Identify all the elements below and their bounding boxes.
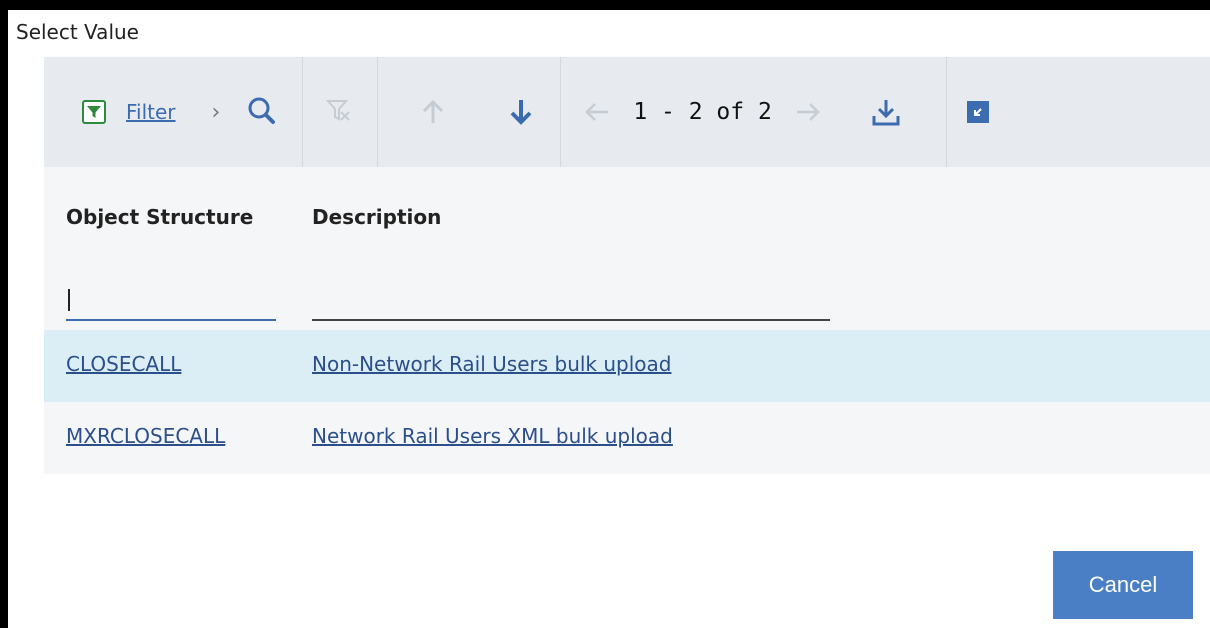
previous-page-icon <box>583 98 611 126</box>
table-header: Object Structure Description <box>44 167 1210 340</box>
description-link[interactable]: Non-Network Rail Users bulk upload <box>312 352 671 376</box>
dialog-title: Select Value <box>16 20 139 44</box>
object-structure-filter-input[interactable] <box>66 277 276 321</box>
search-icon[interactable] <box>246 95 280 129</box>
column-header-description[interactable]: Description <box>312 205 441 229</box>
pagination-text: 1 - 2 of 2 <box>633 99 772 125</box>
table-row[interactable]: CLOSECALL Non-Network Rail Users bulk up… <box>44 330 1210 402</box>
table-row[interactable]: MXRCLOSECALL Network Rail Users XML bulk… <box>44 402 1210 474</box>
next-page-icon <box>794 98 822 126</box>
arrow-down-icon[interactable] <box>506 97 536 127</box>
clear-filter-icon <box>325 97 355 127</box>
table-toolbar: Filter › 1 - 2 of 2 <box>44 57 1210 167</box>
description-filter-input[interactable] <box>312 277 830 321</box>
chevron-right-icon: › <box>211 99 221 125</box>
collapse-icon[interactable] <box>966 101 989 123</box>
object-structure-link[interactable]: MXRCLOSECALL <box>66 424 225 448</box>
cancel-button[interactable]: Cancel <box>1053 551 1193 619</box>
download-icon[interactable] <box>870 96 902 128</box>
select-value-dialog: Select Value Filter › 1 - 2 of 2 Object … <box>8 10 1210 628</box>
column-header-object-structure[interactable]: Object Structure <box>66 205 253 229</box>
text-cursor <box>68 289 70 311</box>
object-structure-link[interactable]: CLOSECALL <box>66 352 181 376</box>
arrow-up-icon <box>418 97 448 127</box>
filter-icon[interactable] <box>82 100 106 124</box>
description-link[interactable]: Network Rail Users XML bulk upload <box>312 424 673 448</box>
filter-link[interactable]: Filter <box>126 100 176 124</box>
